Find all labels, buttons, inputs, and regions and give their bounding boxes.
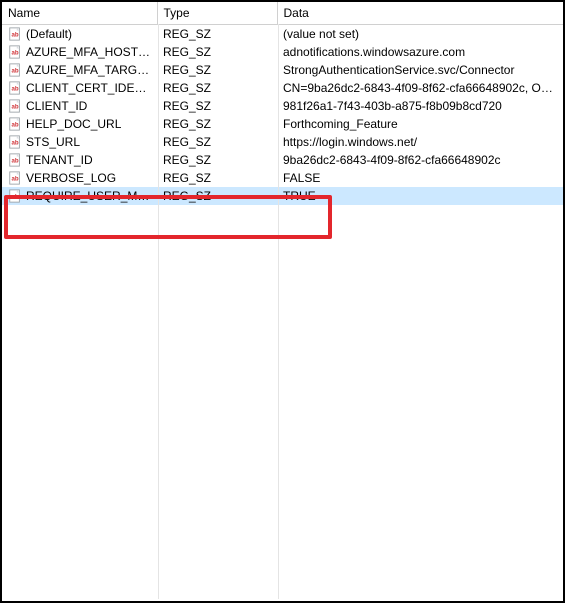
svg-text:ab: ab: [12, 32, 19, 39]
svg-text:ab: ab: [12, 194, 19, 201]
value-name: HELP_DOC_URL: [26, 117, 121, 131]
value-data: 9ba26dc2-6843-4f09-8f62-cfa66648902c: [277, 151, 563, 169]
reg-string-icon: ab: [8, 117, 22, 131]
table-row[interactable]: ab REQUIRE_USER_MATCH REG_SZTRUE: [2, 187, 563, 205]
column-divider[interactable]: [158, 24, 159, 599]
value-data: https://login.windows.net/: [277, 133, 563, 151]
value-name: VERBOSE_LOG: [26, 171, 116, 185]
value-name: (Default): [26, 27, 72, 41]
value-data: (value not set): [277, 25, 563, 44]
value-name: STS_URL: [26, 135, 80, 149]
reg-string-icon: ab: [8, 81, 22, 95]
value-name: CLIENT_CERT_IDENTI...: [26, 81, 151, 95]
table-header-row: Name Type Data: [2, 2, 563, 25]
svg-text:ab: ab: [12, 86, 19, 93]
svg-text:ab: ab: [12, 50, 19, 57]
table-row[interactable]: ab CLIENT_ID REG_SZ981f26a1-7f43-403b-a875…: [2, 97, 563, 115]
value-data: 981f26a1-7f43-403b-a875-f8b09b8cd720: [277, 97, 563, 115]
table-row[interactable]: ab AZURE_MFA_HOSTN... REG_SZadnotification…: [2, 43, 563, 61]
table-row[interactable]: ab VERBOSE_LOG REG_SZFALSE: [2, 169, 563, 187]
svg-text:ab: ab: [12, 158, 19, 165]
value-data: TRUE: [277, 187, 563, 205]
svg-text:ab: ab: [12, 104, 19, 111]
reg-string-icon: ab: [8, 27, 22, 41]
reg-string-icon: ab: [8, 99, 22, 113]
value-name: CLIENT_ID: [26, 99, 87, 113]
value-data: FALSE: [277, 169, 563, 187]
value-type: REG_SZ: [157, 169, 277, 187]
column-header-data[interactable]: Data: [277, 2, 563, 25]
value-data: adnotifications.windowsazure.com: [277, 43, 563, 61]
table-row[interactable]: ab STS_URL REG_SZhttps://login.windows.net…: [2, 133, 563, 151]
value-type: REG_SZ: [157, 97, 277, 115]
value-type: REG_SZ: [157, 187, 277, 205]
value-data: Forthcoming_Feature: [277, 115, 563, 133]
reg-string-icon: ab: [8, 63, 22, 77]
table-row[interactable]: ab HELP_DOC_URL REG_SZForthcoming_Feature: [2, 115, 563, 133]
table-row[interactable]: ab AZURE_MFA_TARGET... REG_SZStrongAuthent…: [2, 61, 563, 79]
value-type: REG_SZ: [157, 151, 277, 169]
reg-string-icon: ab: [8, 153, 22, 167]
value-type: REG_SZ: [157, 133, 277, 151]
reg-string-icon: ab: [8, 189, 22, 203]
value-data: CN=9ba26dc2-6843-4f09-8f62-cfa66648902c,…: [277, 79, 563, 97]
svg-text:ab: ab: [12, 140, 19, 147]
svg-text:ab: ab: [12, 68, 19, 75]
value-name: AZURE_MFA_HOSTN...: [26, 45, 151, 59]
reg-string-icon: ab: [8, 171, 22, 185]
svg-text:ab: ab: [12, 122, 19, 129]
reg-string-icon: ab: [8, 45, 22, 59]
value-type: REG_SZ: [157, 79, 277, 97]
value-name: AZURE_MFA_TARGET...: [26, 63, 151, 77]
reg-string-icon: ab: [8, 135, 22, 149]
column-header-name[interactable]: Name: [2, 2, 157, 25]
value-type: REG_SZ: [157, 43, 277, 61]
value-data: StrongAuthenticationService.svc/Connecto…: [277, 61, 563, 79]
registry-values-pane[interactable]: Name Type Data ab(Default)REG_SZ(value n…: [2, 2, 563, 601]
value-name: REQUIRE_USER_MATCH: [26, 189, 151, 203]
svg-text:ab: ab: [12, 176, 19, 183]
table-row[interactable]: ab CLIENT_CERT_IDENTI... REG_SZCN=9ba26dc2…: [2, 79, 563, 97]
column-header-type[interactable]: Type: [157, 2, 277, 25]
value-type: REG_SZ: [157, 61, 277, 79]
column-divider[interactable]: [278, 24, 279, 599]
value-name: TENANT_ID: [26, 153, 93, 167]
registry-table: Name Type Data ab(Default)REG_SZ(value n…: [2, 2, 563, 205]
table-row[interactable]: ab TENANT_ID REG_SZ9ba26dc2-6843-4f09-8f62…: [2, 151, 563, 169]
table-row[interactable]: ab (Default) REG_SZ(value not set): [2, 25, 563, 44]
value-type: REG_SZ: [157, 25, 277, 44]
value-type: REG_SZ: [157, 115, 277, 133]
